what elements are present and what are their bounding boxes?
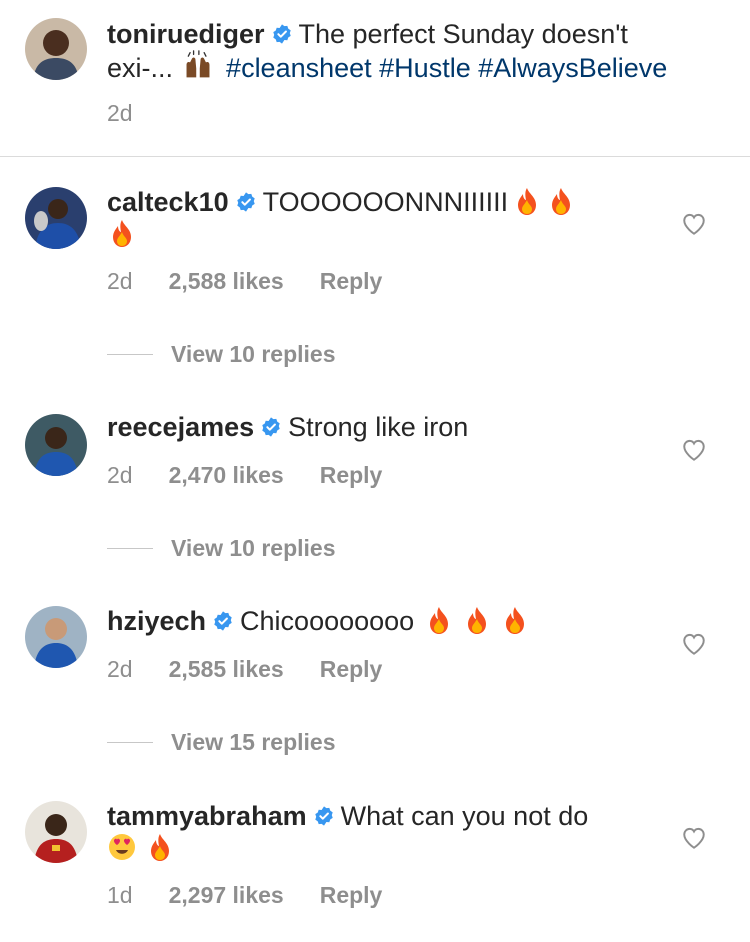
raising-hands-icon: [183, 50, 217, 82]
reply-button[interactable]: Reply: [320, 462, 383, 489]
avatar[interactable]: [25, 18, 87, 80]
like-heart-icon[interactable]: [681, 211, 707, 237]
comment-likes[interactable]: 2,470 likes: [169, 462, 284, 489]
verified-badge-icon: [260, 416, 282, 438]
view-replies-label: View 10 replies: [171, 341, 336, 367]
like-heart-icon[interactable]: [681, 631, 707, 657]
comment-likes[interactable]: 2,585 likes: [169, 656, 284, 683]
comment-text: What can you not do: [340, 801, 589, 831]
avatar[interactable]: [25, 801, 87, 863]
comment-username[interactable]: tammyabraham: [107, 801, 307, 831]
fire-icon: [546, 186, 576, 216]
reply-button[interactable]: Reply: [320, 656, 383, 683]
caption-time: 2d: [107, 100, 133, 126]
caption-text: The perfect Sunday doesn't: [298, 19, 628, 49]
view-replies-label: View 10 replies: [171, 535, 336, 561]
fire-icon: [462, 605, 492, 635]
comment-time: 1d: [107, 882, 133, 908]
comment-likes[interactable]: 2,588 likes: [169, 268, 284, 295]
fire-icon: [424, 605, 454, 635]
comment-time: 2d: [107, 268, 133, 294]
verified-badge-icon: [313, 805, 335, 827]
verified-badge-icon: [212, 610, 234, 632]
view-replies-button[interactable]: View 10 replies: [107, 535, 336, 562]
reply-button[interactable]: Reply: [320, 882, 383, 909]
caption-username[interactable]: toniruediger: [107, 19, 265, 49]
avatar[interactable]: [25, 606, 87, 668]
fire-icon: [107, 218, 137, 248]
divider: [107, 353, 153, 356]
like-heart-icon[interactable]: [681, 825, 707, 851]
comment-text: Chicoooooooo: [240, 606, 415, 636]
caption-text-truncated[interactable]: exi-...: [107, 53, 173, 83]
comment-time: 2d: [107, 656, 133, 682]
like-heart-icon[interactable]: [681, 437, 707, 463]
comment-username[interactable]: calteck10: [107, 187, 229, 217]
heart-eyes-icon: [107, 832, 137, 862]
view-replies-button[interactable]: View 15 replies: [107, 729, 336, 756]
comment-likes[interactable]: 2,297 likes: [169, 882, 284, 909]
post-caption: toniruediger The perfect Sunday doesn't e…: [0, 0, 750, 157]
view-replies-label: View 15 replies: [171, 729, 336, 755]
comment-username[interactable]: hziyech: [107, 606, 206, 636]
divider: [107, 547, 153, 550]
comment-text: Strong like iron: [288, 412, 469, 442]
fire-icon: [512, 186, 542, 216]
avatar[interactable]: [25, 414, 87, 476]
fire-icon: [145, 832, 175, 862]
comment-username[interactable]: reecejames: [107, 412, 254, 442]
view-replies-button[interactable]: View 10 replies: [107, 341, 336, 368]
verified-badge-icon: [271, 23, 293, 45]
divider: [0, 156, 750, 157]
verified-badge-icon: [235, 191, 257, 213]
comment-text: TOOOOOONNNIIIIII: [262, 187, 509, 217]
divider: [107, 741, 153, 744]
fire-icon: [500, 605, 530, 635]
avatar[interactable]: [25, 187, 87, 249]
caption-hashtags[interactable]: #cleansheet #Hustle #AlwaysBelieve: [226, 53, 667, 83]
comment-time: 2d: [107, 462, 133, 488]
reply-button[interactable]: Reply: [320, 268, 383, 295]
